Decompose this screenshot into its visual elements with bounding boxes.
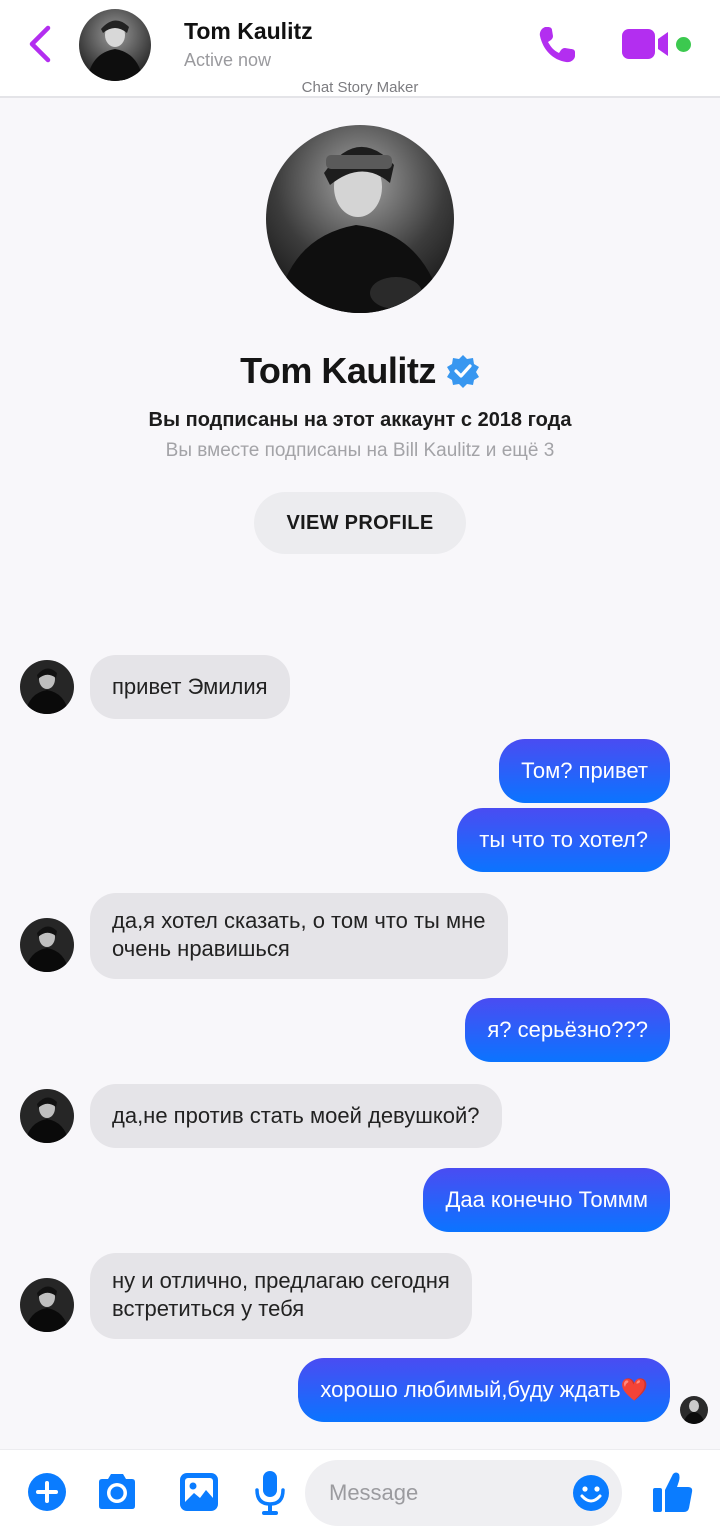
contact-avatar[interactable] [79, 9, 151, 81]
plus-circle-icon[interactable] [27, 1472, 67, 1512]
message-text: хорошо любимый,буду ждать❤️ [320, 1377, 648, 1402]
profile-name: Tom Kaulitz [240, 350, 436, 391]
online-indicator [676, 37, 691, 52]
sender-avatar[interactable] [20, 918, 74, 972]
seen-receipt-avatar [680, 1396, 708, 1424]
sender-avatar[interactable] [20, 660, 74, 714]
message-text: ты что то хотел? [479, 827, 648, 852]
image-icon[interactable] [179, 1472, 219, 1512]
message-text: привет Эмилия [112, 674, 268, 699]
video-call-icon[interactable] [622, 26, 672, 62]
phone-call-icon[interactable] [534, 22, 580, 68]
profile-name-row: Tom Kaulitz [0, 350, 720, 392]
outgoing-message[interactable]: я? серьёзно??? [465, 998, 670, 1062]
incoming-message[interactable]: да,не против стать моей девушкой? [90, 1084, 502, 1148]
thumbs-up-icon[interactable] [652, 1470, 694, 1514]
incoming-message[interactable]: ну и отлично, предлагаю сегодня встретить… [90, 1253, 472, 1339]
emoji-icon[interactable] [572, 1474, 610, 1512]
chat-header: Tom Kaulitz Active now Chat Story Maker [0, 0, 720, 98]
view-profile-button[interactable]: VIEW PROFILE [254, 492, 466, 554]
outgoing-message[interactable]: Даа конечно Томмм [423, 1168, 670, 1232]
incoming-message[interactable]: да,я хотел сказать, о том что ты мне очен… [90, 893, 508, 979]
sender-avatar[interactable] [20, 1089, 74, 1143]
message-text: Том? привет [521, 758, 648, 783]
message-text-line: очень нравишься [112, 936, 290, 961]
contact-name: Tom Kaulitz [184, 18, 313, 44]
verified-badge-icon [446, 355, 479, 388]
outgoing-message[interactable]: ты что то хотел? [457, 808, 670, 872]
outgoing-message[interactable]: Том? привет [499, 739, 670, 803]
back-arrow-icon[interactable] [22, 22, 62, 66]
message-text-line: ну и отлично, предлагаю сегодня [112, 1268, 450, 1293]
chat-screen: Tom Kaulitz Active now Chat Story Maker … [0, 0, 720, 1534]
follow-info: Вы подписаны на этот аккаунт с 2018 года [148, 409, 572, 431]
mutual-followers: Вы вместе подписаны на Bill Kaulitz и ещ… [165, 440, 555, 461]
incoming-message[interactable]: привет Эмилия [90, 655, 290, 719]
message-text: я? серьёзно??? [487, 1017, 648, 1042]
active-status: Active now [184, 50, 272, 70]
microphone-icon[interactable] [254, 1470, 286, 1516]
profile-photo[interactable] [266, 125, 454, 313]
message-text-line: встретиться у тебя [112, 1296, 305, 1321]
camera-icon[interactable] [95, 1472, 139, 1512]
watermark: Chat Story Maker [301, 79, 419, 96]
outgoing-message[interactable]: хорошо любимый,буду ждать❤️ [298, 1358, 670, 1422]
message-text: да,не против стать моей девушкой? [112, 1103, 480, 1128]
message-text-line: да,я хотел сказать, о том что ты мне [112, 908, 486, 933]
message-text: Даа конечно Томмм [445, 1187, 648, 1212]
sender-avatar[interactable] [20, 1278, 74, 1332]
message-composer [0, 1449, 720, 1534]
